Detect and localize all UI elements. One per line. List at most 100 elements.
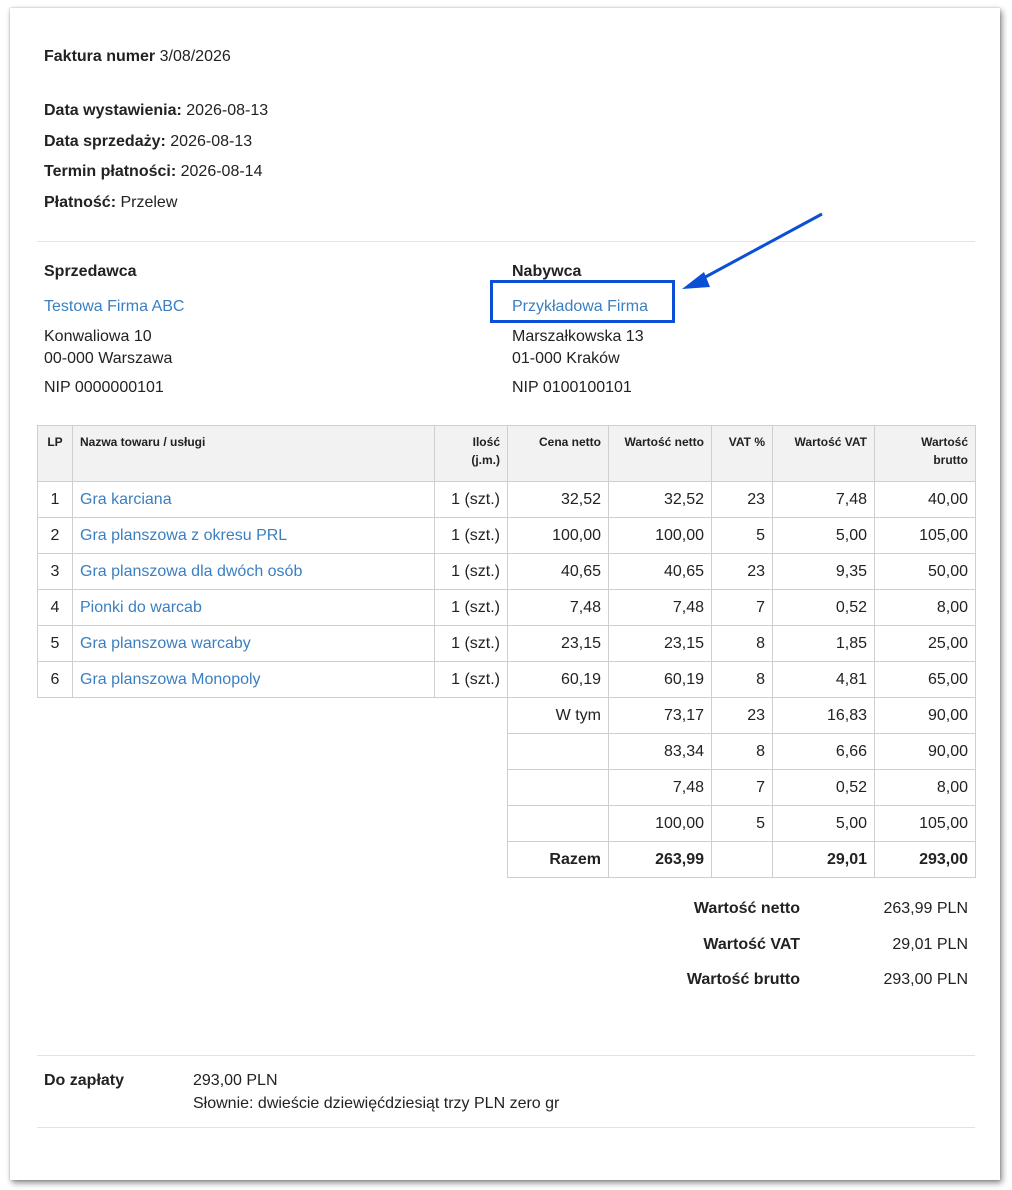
row-vat: 7,48	[772, 481, 875, 518]
breakdown-vat-pct: 8	[711, 733, 773, 770]
row-product-link[interactable]: Gra planszowa z okresu PRL	[72, 517, 435, 554]
total-row: Razem 263,99 29,01 293,00	[38, 841, 976, 878]
table-header-row: LP Nazwa towaru / usługi Ilość (j.m.) Cen…	[37, 425, 976, 482]
row-product-link[interactable]: Gra planszowa Monopoly	[72, 661, 435, 698]
total-net: 263,99	[608, 841, 712, 878]
row-vat: 0,52	[772, 589, 875, 626]
row-gross: 50,00	[874, 553, 976, 590]
row-lp: 3	[37, 553, 73, 590]
table-row: 4 Pionki do warcab 1 (szt.) 7,48 7,48 7 …	[37, 589, 976, 626]
breakdown-vat-pct: 5	[711, 805, 773, 842]
breakdown-gross: 90,00	[874, 733, 976, 770]
divider	[37, 1127, 975, 1128]
row-net: 40,65	[608, 553, 712, 590]
row-qty: 1 (szt.)	[434, 589, 508, 626]
row-qty: 1 (szt.)	[434, 517, 508, 554]
row-unit-net: 100,00	[507, 517, 609, 554]
row-net: 60,19	[608, 661, 712, 698]
amount-due-label: Do zapłaty	[44, 1072, 125, 1089]
header-qty-line1: Ilość	[472, 435, 500, 449]
row-lp: 6	[37, 661, 73, 698]
row-qty: 1 (szt.)	[434, 661, 508, 698]
row-gross: 40,00	[874, 481, 976, 518]
row-vat: 9,35	[772, 553, 875, 590]
row-vat-pct: 23	[711, 553, 773, 590]
row-unit-net: 32,52	[507, 481, 609, 518]
breakdown-vat: 0,52	[772, 769, 875, 806]
header-unit-net: Cena netto	[507, 425, 609, 482]
summary-vat: Wartość VAT 29,01 PLN	[610, 936, 968, 956]
header-vat-pct: VAT %	[711, 425, 773, 482]
row-unit-net: 40,65	[507, 553, 609, 590]
breakdown-label: W tym	[507, 697, 609, 734]
invoice-page: Faktura numer 3/08/2026 Data wystawienia…	[10, 8, 1000, 1180]
breakdown-gross: 90,00	[874, 697, 976, 734]
breakdown-row: W tym 73,17 23 16,83 90,00	[38, 697, 976, 734]
summary-net-label: Wartość netto	[693, 900, 800, 917]
breakdown-row: 83,34 8 6,66 90,00	[38, 733, 976, 770]
row-vat: 4,81	[772, 661, 875, 698]
items-table: LP Nazwa towaru / usługi Ilość (j.m.) Cen…	[37, 425, 976, 878]
table-row: 1 Gra karciana 1 (szt.) 32,52 32,52 23 7…	[37, 481, 976, 518]
breakdown-vat: 16,83	[772, 697, 875, 734]
header-qty: Ilość (j.m.)	[434, 425, 508, 482]
row-vat-pct: 23	[711, 481, 773, 518]
header-gross-line2: brutto	[933, 453, 968, 467]
total-label: Razem	[507, 841, 609, 878]
row-net: 100,00	[608, 517, 712, 554]
row-lp: 2	[37, 517, 73, 554]
row-unit-net: 7,48	[507, 589, 609, 626]
breakdown-vat: 5,00	[772, 805, 875, 842]
total-vat: 29,01	[772, 841, 875, 878]
row-net: 23,15	[608, 625, 712, 662]
row-gross: 8,00	[874, 589, 976, 626]
breakdown-net: 7,48	[608, 769, 712, 806]
summary-vat-label: Wartość VAT	[703, 936, 800, 953]
breakdown-vat-pct: 23	[711, 697, 773, 734]
row-net: 32,52	[608, 481, 712, 518]
summary-gross-value: 293,00 PLN	[883, 971, 968, 988]
amount-due-value: 293,00 PLN	[193, 1072, 278, 1089]
row-vat-pct: 7	[711, 589, 773, 626]
breakdown-net: 73,17	[608, 697, 712, 734]
row-gross: 105,00	[874, 517, 976, 554]
row-unit-net: 23,15	[507, 625, 609, 662]
table-row: 3 Gra planszowa dla dwóch osób 1 (szt.) …	[37, 553, 976, 590]
header-net: Wartość netto	[608, 425, 712, 482]
row-product-link[interactable]: Gra karciana	[72, 481, 435, 518]
header-gross-line1: Wartość	[921, 435, 968, 449]
row-lp: 1	[37, 481, 73, 518]
breakdown-row: 7,48 7 0,52 8,00	[38, 769, 976, 806]
breakdown-net: 83,34	[608, 733, 712, 770]
row-qty: 1 (szt.)	[434, 481, 508, 518]
divider	[37, 1055, 975, 1056]
summary-vat-value: 29,01 PLN	[892, 936, 968, 953]
row-qty: 1 (szt.)	[434, 625, 508, 662]
row-product-link[interactable]: Pionki do warcab	[72, 589, 435, 626]
total-gross: 293,00	[874, 841, 976, 878]
row-vat-pct: 5	[711, 517, 773, 554]
row-product-link[interactable]: Gra planszowa dla dwóch osób	[72, 553, 435, 590]
amount-in-words: Słownie: dwieście dziewięćdziesiąt trzy …	[193, 1095, 560, 1112]
summary-gross: Wartość brutto 293,00 PLN	[610, 971, 968, 991]
header-gross: Wartość brutto	[874, 425, 976, 482]
header-vat: Wartość VAT	[772, 425, 875, 482]
breakdown-gross: 8,00	[874, 769, 976, 806]
table-row: 5 Gra planszowa warcaby 1 (szt.) 23,15 2…	[37, 625, 976, 662]
row-gross: 65,00	[874, 661, 976, 698]
row-unit-net: 60,19	[507, 661, 609, 698]
row-qty: 1 (szt.)	[434, 553, 508, 590]
row-net: 7,48	[608, 589, 712, 626]
row-vat: 5,00	[772, 517, 875, 554]
row-product-link[interactable]: Gra planszowa warcaby	[72, 625, 435, 662]
breakdown-vat: 6,66	[772, 733, 875, 770]
summary-net: Wartość netto 263,99 PLN	[610, 900, 968, 920]
row-lp: 4	[37, 589, 73, 626]
row-vat-pct: 8	[711, 625, 773, 662]
breakdown-vat-pct: 7	[711, 769, 773, 806]
header-name: Nazwa towaru / usługi	[72, 425, 435, 482]
row-vat-pct: 8	[711, 661, 773, 698]
breakdown-row: 100,00 5 5,00 105,00	[38, 805, 976, 842]
table-row: 2 Gra planszowa z okresu PRL 1 (szt.) 10…	[37, 517, 976, 554]
summary-gross-label: Wartość brutto	[686, 971, 800, 988]
